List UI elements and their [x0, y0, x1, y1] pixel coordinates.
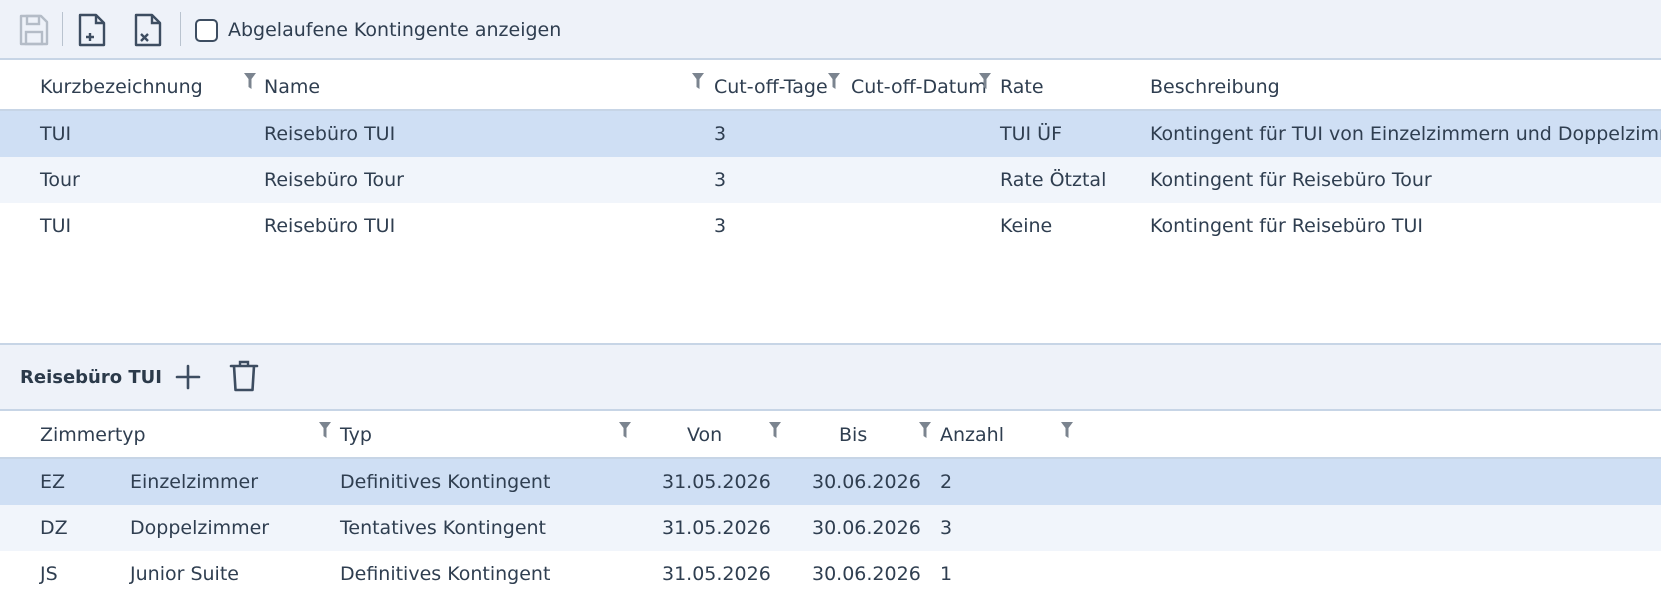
new-button[interactable] [74, 12, 110, 48]
cell-von: 31.05.2026 [662, 563, 771, 585]
show-expired-label: Abgelaufene Kontingente anzeigen [228, 19, 562, 41]
cell-zimmertyp: Junior Suite [130, 563, 239, 585]
column-header-bis[interactable]: Bis [839, 424, 867, 446]
column-header-kurzbezeichnung[interactable]: Kurzbezeichnung [40, 76, 203, 98]
cell-name: Reisebüro TUI [264, 215, 396, 237]
column-header-zimmertyp[interactable]: Zimmertyp [40, 424, 146, 446]
column-header-typ[interactable]: Typ [340, 424, 372, 446]
toolbar-divider [180, 12, 181, 46]
filter-icon[interactable] [619, 422, 631, 438]
cell-cutoff-tage: 3 [714, 169, 727, 191]
save-icon [19, 14, 49, 46]
column-header-cutoff-tage[interactable]: Cut-off-Tage [714, 76, 828, 98]
detail-title: Reisebüro TUI [20, 367, 162, 388]
filter-icon[interactable] [244, 73, 256, 89]
column-header-name[interactable]: Name [264, 76, 320, 98]
delete-file-button[interactable] [130, 12, 166, 48]
cell-bis: 30.06.2026 [812, 471, 921, 493]
table-row[interactable]: EZ Einzelzimmer Definitives Kontingent 3… [0, 459, 1661, 505]
filter-icon[interactable] [769, 422, 781, 438]
file-add-icon [78, 13, 106, 47]
cell-zimmer-code: JS [40, 563, 58, 585]
cell-von: 31.05.2026 [662, 471, 771, 493]
column-header-anzahl[interactable]: Anzahl [940, 424, 1004, 446]
cell-von: 31.05.2026 [662, 517, 771, 539]
cell-rate: TUI ÜF [1000, 123, 1062, 145]
trash-icon [229, 360, 259, 392]
table-row[interactable]: DZ Doppelzimmer Tentatives Kontingent 31… [0, 505, 1661, 551]
filter-icon[interactable] [319, 422, 331, 438]
cell-beschreibung: Kontingent für Reisebüro Tour [1150, 169, 1432, 191]
cell-bis: 30.06.2026 [812, 517, 921, 539]
cell-typ: Definitives Kontingent [340, 471, 551, 493]
detail-toolbar: Reisebüro TUI [0, 343, 1661, 411]
cell-typ: Definitives Kontingent [340, 563, 551, 585]
filter-icon[interactable] [692, 73, 704, 89]
table-row[interactable]: JS Junior Suite Definitives Kontingent 3… [0, 551, 1661, 597]
add-row-button[interactable] [170, 359, 206, 395]
cell-cutoff-tage: 3 [714, 215, 727, 237]
table-row[interactable]: TUI Reisebüro TUI 3 Keine Kontingent für… [0, 203, 1661, 249]
show-expired-toggle[interactable]: Abgelaufene Kontingente anzeigen [195, 17, 561, 43]
table-row[interactable]: Tour Reisebüro Tour 3 Rate Ötztal Kontin… [0, 157, 1661, 203]
delete-row-button[interactable] [226, 358, 262, 394]
upper-table-header: Kurzbezeichnung Name Cut-off-Tage Cut-of… [0, 62, 1661, 111]
filter-icon[interactable] [919, 422, 931, 438]
cell-zimmer-code: DZ [40, 517, 68, 539]
toolbar-divider [62, 12, 63, 46]
cell-anzahl: 3 [940, 517, 953, 539]
cell-name: Reisebüro Tour [264, 169, 404, 191]
cell-beschreibung: Kontingent für TUI von Einzelzimmern und… [1150, 123, 1661, 145]
column-header-von[interactable]: Von [687, 424, 722, 446]
cell-zimmertyp: Doppelzimmer [130, 517, 270, 539]
filter-icon[interactable] [828, 73, 840, 89]
main-toolbar: Abgelaufene Kontingente anzeigen [0, 0, 1661, 60]
cell-name: Reisebüro TUI [264, 123, 396, 145]
cell-cutoff-tage: 3 [714, 123, 727, 145]
column-header-beschreibung[interactable]: Beschreibung [1150, 76, 1280, 98]
file-delete-icon [134, 13, 162, 47]
filter-icon[interactable] [1061, 422, 1073, 438]
cell-anzahl: 1 [940, 563, 953, 585]
cell-bis: 30.06.2026 [812, 563, 921, 585]
column-header-rate[interactable]: Rate [1000, 76, 1044, 98]
cell-typ: Tentatives Kontingent [340, 517, 546, 539]
table-row[interactable]: TUI Reisebüro TUI 3 TUI ÜF Kontingent fü… [0, 111, 1661, 157]
cell-kurzbezeichnung: Tour [40, 169, 80, 191]
cell-zimmertyp: Einzelzimmer [130, 471, 259, 493]
plus-icon [175, 364, 201, 390]
cell-kurzbezeichnung: TUI [40, 215, 72, 237]
cell-zimmer-code: EZ [40, 471, 66, 493]
cell-rate: Rate Ötztal [1000, 169, 1107, 191]
save-button[interactable] [16, 12, 52, 48]
cell-anzahl: 2 [940, 471, 953, 493]
lower-table-header: Zimmertyp Typ Von Bis Anzahl [0, 411, 1661, 459]
cell-beschreibung: Kontingent für Reisebüro TUI [1150, 215, 1423, 237]
column-header-cutoff-datum[interactable]: Cut-off-Datum [851, 76, 987, 98]
filter-icon[interactable] [979, 73, 991, 89]
show-expired-checkbox[interactable] [195, 18, 218, 42]
cell-rate: Keine [1000, 215, 1053, 237]
cell-kurzbezeichnung: TUI [40, 123, 72, 145]
